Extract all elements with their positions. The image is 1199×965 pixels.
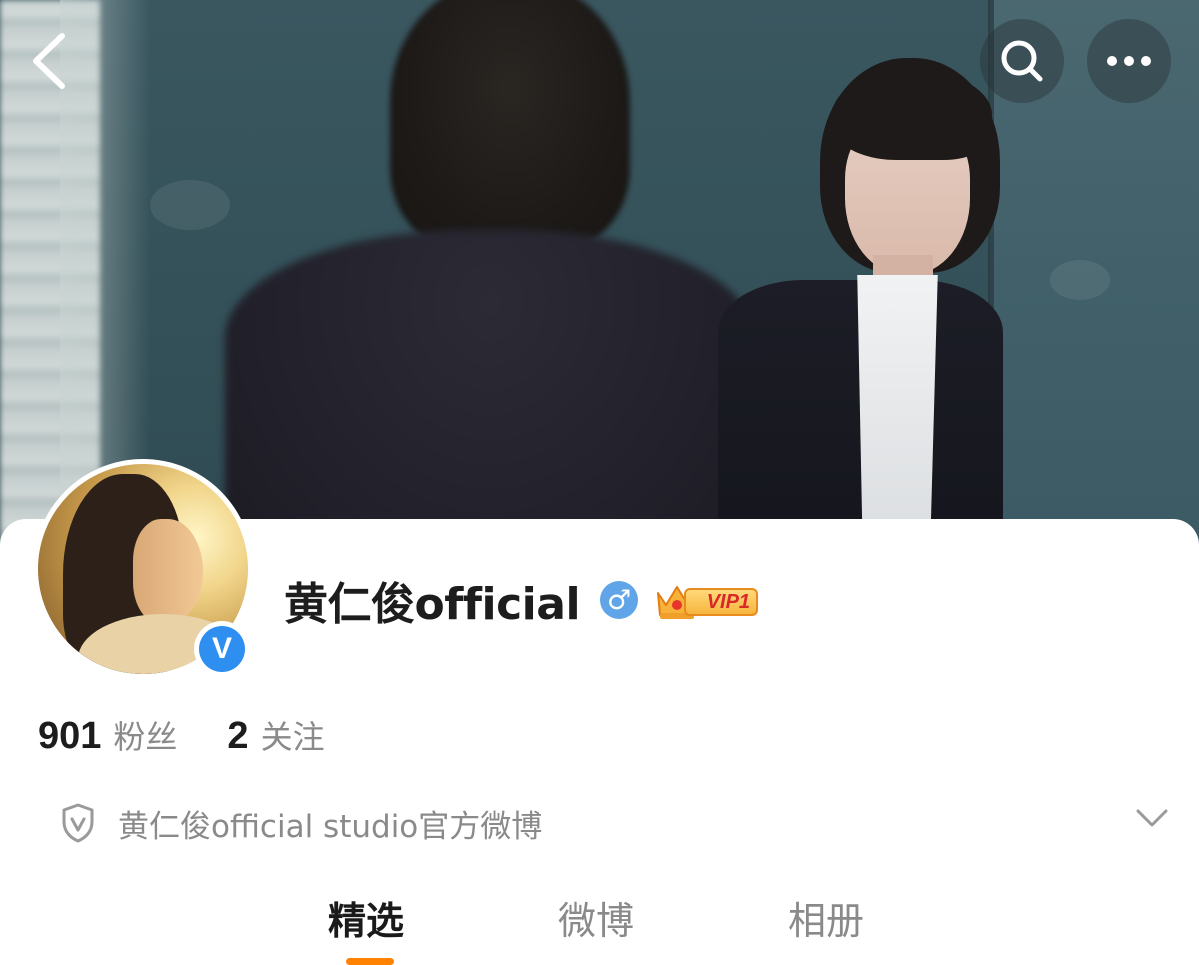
avatar-face bbox=[133, 519, 203, 624]
following-count: 2 bbox=[227, 715, 249, 757]
reflection-bangs bbox=[832, 70, 992, 160]
figure-hair bbox=[390, 0, 630, 250]
chevron-left-icon bbox=[33, 33, 65, 89]
verified-badge: V bbox=[194, 621, 250, 677]
verification-text: 黄仁俊official studio官方微博 bbox=[118, 808, 543, 845]
vip-label: VIP1 bbox=[684, 588, 759, 616]
followers-stat[interactable]: 901 粉丝 bbox=[38, 712, 177, 758]
followers-label: 粉丝 bbox=[113, 718, 178, 756]
more-button[interactable] bbox=[1087, 19, 1171, 103]
following-label: 关注 bbox=[260, 718, 325, 756]
verification-info-row[interactable]: 黄仁俊official studio官方微博 bbox=[60, 798, 1170, 848]
search-icon bbox=[1001, 40, 1043, 82]
chevron-down-icon[interactable] bbox=[1134, 806, 1170, 830]
cover-speckle bbox=[150, 180, 230, 230]
active-tab-indicator bbox=[346, 958, 394, 965]
tab-album[interactable]: 相册 bbox=[788, 890, 864, 945]
back-button[interactable] bbox=[22, 26, 82, 96]
tab-weibo[interactable]: 微博 bbox=[558, 890, 634, 945]
stats-row: 901 粉丝 2 关注 bbox=[38, 712, 325, 758]
name-row: 黄仁俊official ♂ VIP1 bbox=[284, 568, 762, 632]
figure-body bbox=[225, 230, 755, 560]
followers-count: 901 bbox=[38, 715, 102, 757]
following-stat[interactable]: 2 关注 bbox=[227, 712, 324, 758]
tab-featured[interactable]: 精选 bbox=[328, 890, 404, 945]
username: 黄仁俊official bbox=[284, 579, 581, 630]
male-gender-icon: ♂ bbox=[600, 581, 639, 619]
profile-tabs: 精选 微博 相册 bbox=[300, 890, 920, 965]
search-button[interactable] bbox=[980, 19, 1064, 103]
shield-icon bbox=[62, 803, 94, 843]
vip-badge[interactable]: VIP1 bbox=[654, 579, 762, 621]
cover-speckle bbox=[1050, 260, 1110, 300]
verified-icon: V bbox=[199, 626, 245, 672]
more-horizontal-icon bbox=[1107, 56, 1151, 66]
